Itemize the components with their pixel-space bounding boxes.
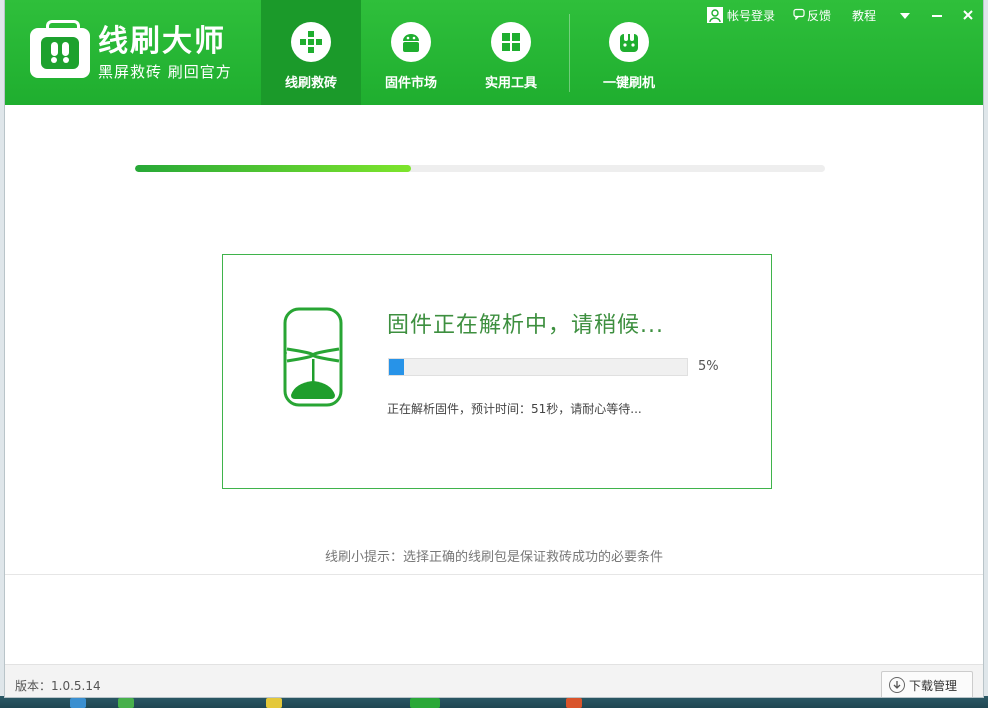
user-icon bbox=[707, 6, 723, 23]
app-subtitle: 黑屏救砖 刷回官方 bbox=[98, 63, 232, 81]
version-label: 版本：1.0.5.14 bbox=[15, 679, 101, 693]
tab-label: 实用工具 bbox=[484, 76, 537, 91]
plus-cross-icon bbox=[291, 22, 331, 62]
taskbar-app-icon[interactable] bbox=[566, 698, 582, 708]
feedback-label: 反馈 bbox=[807, 9, 832, 23]
parsing-detail-text: 正在解析固件，预计时间：51秒，请耐心等待... bbox=[387, 402, 642, 416]
rabbit-icon bbox=[609, 22, 649, 62]
login-label: 帐号登录 bbox=[727, 9, 776, 23]
overall-progress-fill bbox=[135, 165, 411, 172]
chat-bubble-icon bbox=[793, 4, 805, 28]
menu-dropdown-button[interactable] bbox=[890, 4, 920, 28]
hourglass-icon bbox=[281, 307, 345, 411]
tab-one-click-flash[interactable]: 一键刷机 bbox=[579, 0, 679, 105]
progress-percent: 5% bbox=[698, 359, 719, 374]
overall-progress-bar bbox=[135, 165, 825, 172]
minimize-icon bbox=[931, 6, 943, 25]
tutorial-button[interactable]: 教程 bbox=[852, 4, 876, 28]
android-icon bbox=[391, 22, 431, 62]
app-title: 线刷大师 bbox=[98, 24, 226, 59]
taskbar-active-app-icon[interactable] bbox=[410, 698, 440, 708]
close-icon bbox=[962, 6, 974, 25]
tab-firmware-market[interactable]: 固件市场 bbox=[361, 0, 461, 105]
download-manager-label: 下载管理 bbox=[909, 679, 958, 693]
app-logo bbox=[30, 28, 90, 78]
flash-tip: 线刷小提示：选择正确的线刷包是保证救砖成功的必要条件 bbox=[324, 550, 663, 565]
app-window: 线刷大师 黑屏救砖 刷回官方 线刷救砖 固件市场 实用工具 一键刷机 帐号登录 … bbox=[5, 0, 983, 697]
chevron-down-icon bbox=[899, 6, 911, 25]
taskbar-app-icon[interactable] bbox=[70, 698, 86, 708]
download-icon bbox=[889, 677, 905, 693]
tab-divider bbox=[569, 14, 570, 92]
firmware-parse-progress-bar bbox=[388, 358, 688, 376]
tab-flash-rescue[interactable]: 线刷救砖 bbox=[261, 0, 361, 105]
desktop-taskbar bbox=[0, 696, 988, 708]
tab-label: 一键刷机 bbox=[602, 76, 655, 91]
title-bar: 线刷大师 黑屏救砖 刷回官方 线刷救砖 固件市场 实用工具 一键刷机 帐号登录 … bbox=[5, 0, 983, 105]
minimize-button[interactable] bbox=[922, 4, 952, 28]
parsing-status-text: 固件正在解析中，请稍候... bbox=[387, 313, 664, 338]
login-button[interactable]: 帐号登录 bbox=[707, 4, 775, 28]
feedback-button[interactable]: 反馈 bbox=[793, 4, 831, 28]
tab-label: 固件市场 bbox=[384, 76, 437, 91]
tab-label: 线刷救砖 bbox=[284, 76, 337, 91]
rabbit-logo-icon bbox=[41, 37, 79, 69]
taskbar-app-icon[interactable] bbox=[118, 698, 134, 708]
tutorial-label: 教程 bbox=[852, 9, 877, 23]
firmware-parse-progress-fill bbox=[389, 359, 404, 375]
close-button[interactable] bbox=[953, 4, 983, 28]
tab-utilities[interactable]: 实用工具 bbox=[461, 0, 561, 105]
content-divider bbox=[5, 574, 983, 575]
status-footer: 版本：1.0.5.14 下载管理 bbox=[5, 664, 983, 697]
parsing-status-card: 固件正在解析中，请稍候... 5% 正在解析固件，预计时间：51秒，请耐心等待.… bbox=[222, 254, 772, 489]
taskbar-app-icon[interactable] bbox=[266, 698, 282, 708]
grid-icon bbox=[491, 22, 531, 62]
download-manager-button[interactable]: 下载管理 bbox=[881, 671, 973, 697]
